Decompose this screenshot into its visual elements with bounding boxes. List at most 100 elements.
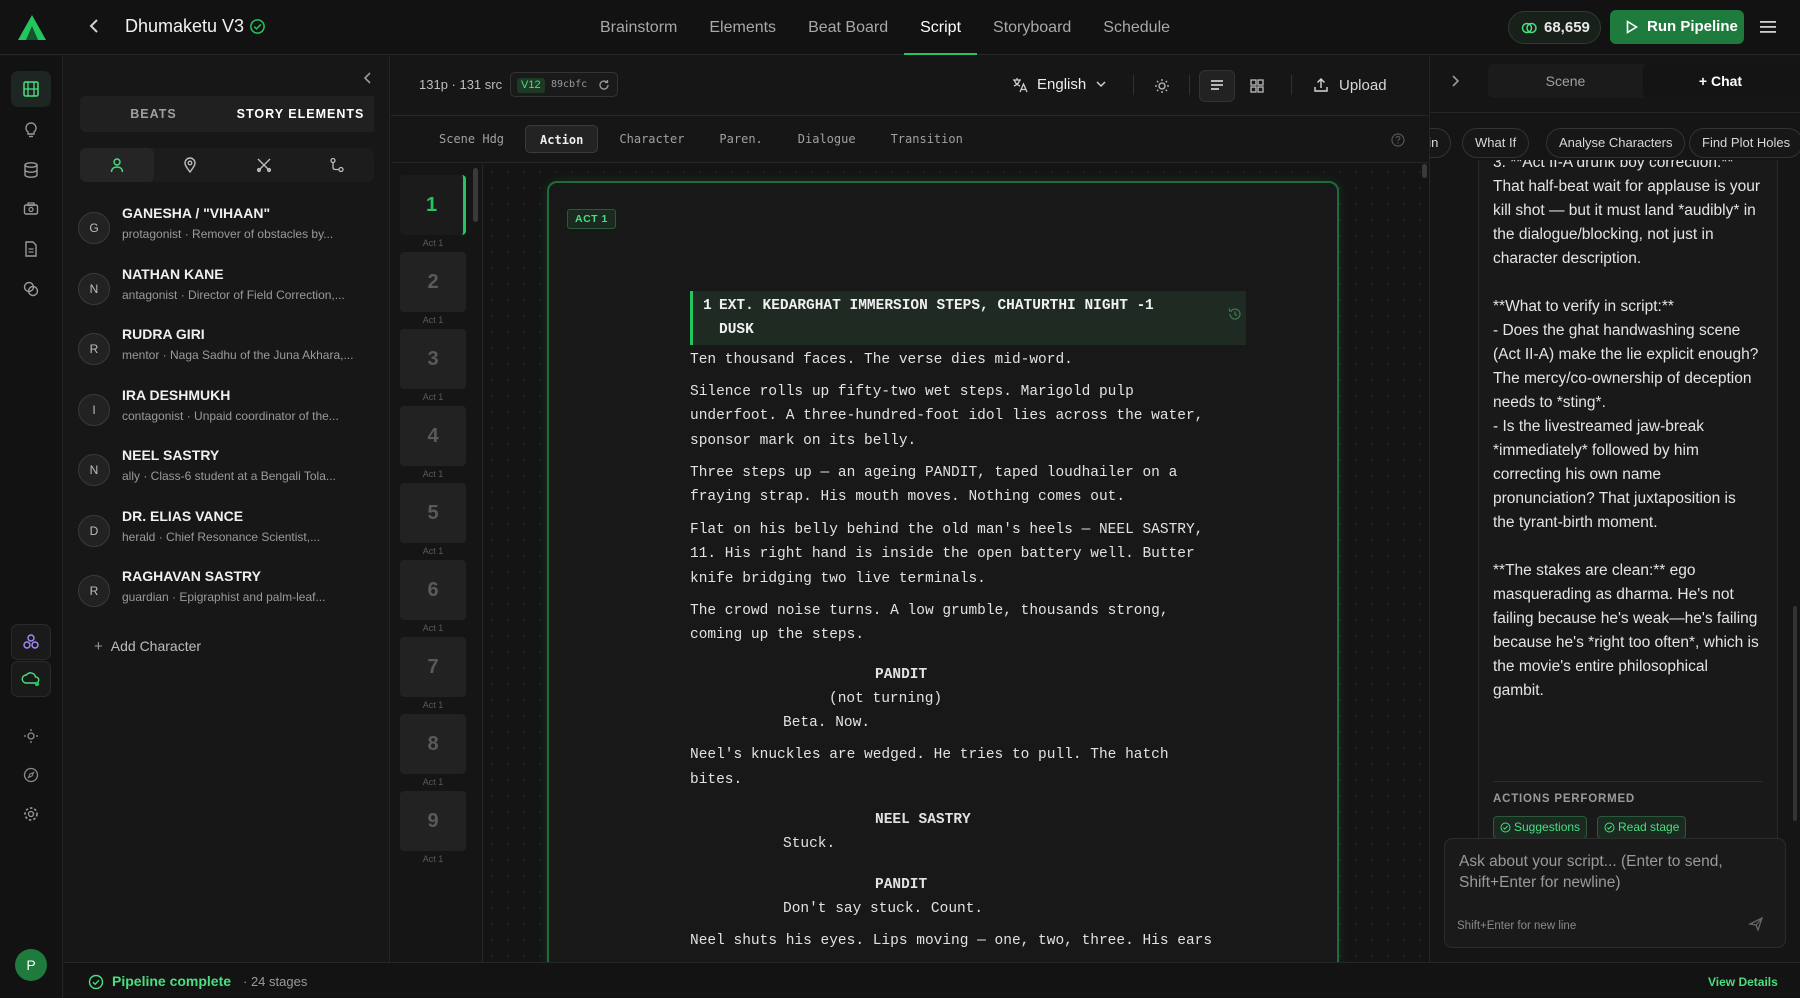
rail-palette-button[interactable] [11,271,51,307]
character-item[interactable]: I IRA DESHMUKH contagonist · Unpaid coor… [78,384,378,445]
tab-scene[interactable]: Scene [1488,64,1643,98]
credits-value: 68,659 [1544,19,1590,36]
tab-chat[interactable]: + Chat [1643,64,1798,98]
scene-card[interactable]: 8 [400,714,466,774]
action-line: 11. His right hand is inside the open ba… [690,546,1195,562]
element-character[interactable]: Character [605,125,698,153]
prompt-chip-find-plot-holes[interactable]: Find Plot Holes [1689,128,1800,158]
element-action[interactable]: Action [525,125,599,153]
tab-script[interactable]: Script [904,0,977,55]
filter-props[interactable] [227,148,301,182]
scene-card[interactable]: 2 [400,252,466,312]
rail-camera-button[interactable] [11,191,51,227]
character-item[interactable]: R RUDRA GIRI mentor · Naga Sadhu of the … [78,323,378,384]
rail-script-button[interactable] [11,71,51,107]
chat-input[interactable]: Ask about your script... (Enter to send,… [1444,838,1786,948]
rail-documents-button[interactable] [11,231,51,267]
language-select[interactable]: English [1011,74,1106,96]
rail-ideas-button[interactable] [11,112,51,148]
tab-storyboard[interactable]: Storyboard [977,0,1087,55]
character-name: NEEL SASTRY [122,447,220,463]
play-icon [1626,20,1638,34]
filter-locations[interactable] [154,148,228,182]
scene-card[interactable]: 1 [400,175,466,235]
run-pipeline-label: Run Pipeline [1647,18,1738,35]
scrollbar[interactable] [473,168,478,222]
action-chip-suggestions[interactable]: Suggestions [1493,816,1588,839]
chevron-left-icon[interactable] [360,70,376,86]
scene-card[interactable]: 9 [400,791,466,851]
scene-act-label: Act 1 [422,469,444,479]
page-view-button[interactable] [1199,70,1235,102]
rail-explore-button[interactable] [11,757,51,793]
rail-database-button[interactable] [11,152,51,188]
tab-elements[interactable]: Elements [693,0,792,55]
element-transition[interactable]: Transition [877,125,977,153]
chat-input-placeholder: Ask about your script... (Enter to send,… [1459,853,1723,891]
tab-brainstorm[interactable]: Brainstorm [584,0,693,55]
upload-button[interactable]: Upload [1313,76,1387,96]
character-item[interactable]: G GANESHA / "VIHAAN" protagonist · Remov… [78,202,378,263]
rail-settings-button[interactable] [11,796,51,832]
tab-story-elements[interactable]: STORY ELEMENTS [227,96,374,132]
app-logo[interactable] [16,12,48,44]
credits-badge[interactable]: 68,659 [1508,11,1601,44]
back-button[interactable] [88,16,108,38]
history-icon[interactable] [1228,307,1242,321]
avatar: D [78,514,110,547]
person-icon [110,158,123,173]
action-chip-read-stage[interactable]: Read stage [1597,816,1687,839]
element-parenthetical[interactable]: Paren. [705,125,776,153]
action-chip-label: Suggestions [1514,820,1581,834]
prompt-chip[interactable]: ain [1430,128,1452,158]
scene-heading[interactable]: 1 EXT. KEDARGHAT IMMERSION STEPS, CHATUR… [690,291,1246,345]
prompt-chip-what-if[interactable]: What If [1462,128,1530,158]
element-dialogue[interactable]: Dialogue [784,125,870,153]
rail-cloud-sync-button[interactable] [11,661,51,697]
scene-card[interactable]: 5 [400,483,466,543]
character-item[interactable]: N NEEL SASTRY ally · Class-6 student at … [78,444,378,505]
chevron-down-icon [1096,81,1106,88]
action-line: Neel shuts his eyes. Lips moving — one, … [690,933,1213,949]
character-name: NATHAN KANE [122,265,224,282]
scrollbar[interactable] [1422,164,1427,178]
grid-view-button[interactable] [1239,70,1275,102]
help-icon[interactable] [1391,133,1405,147]
run-pipeline-button[interactable]: Run Pipeline [1610,10,1744,44]
filter-arcs[interactable] [301,148,375,182]
scene-card[interactable]: 6 [400,560,466,620]
tab-beats[interactable]: BEATS [80,96,227,132]
hamburger-menu-icon[interactable] [1758,17,1778,37]
user-avatar[interactable]: P [15,949,47,981]
filter-characters[interactable] [80,148,154,182]
rail-theme-button[interactable] [11,718,51,754]
divider [1133,75,1134,95]
character-item[interactable]: N NATHAN KANE antagonist · Director of F… [78,263,378,324]
chevron-right-icon[interactable] [1450,74,1460,88]
scrollbar[interactable] [1793,606,1797,821]
prompt-chip-analyse-characters[interactable]: Analyse Characters [1546,128,1686,158]
character-description: contagonist · Unpaid coordinator of the.… [122,408,339,423]
add-character-button[interactable]: + Add Character [94,638,201,655]
send-button[interactable] [1741,909,1771,939]
tab-schedule[interactable]: Schedule [1087,0,1186,55]
rail-integrations-button[interactable] [11,624,51,660]
scene-card[interactable]: 4 [400,406,466,466]
version-badge[interactable]: V12 89cbfc [510,72,618,97]
tab-beat-board[interactable]: Beat Board [792,0,904,55]
script-page[interactable]: ACT 1 1 EXT. KEDARGHAT IMMERSION STEPS, … [547,181,1339,962]
scene-card[interactable]: 7 [400,637,466,697]
film-icon [23,81,39,97]
element-scene-heading[interactable]: Scene Hdg [425,125,518,153]
avatar: R [78,575,110,607]
theme-toggle-button[interactable] [1144,70,1180,102]
view-details-link[interactable]: View Details [1708,975,1778,989]
quick-prompts: ain What If Analyse Characters Find Plot… [1430,128,1800,158]
character-cue: PANDIT [875,667,928,683]
element-type-bar: Scene Hdg Action Character Paren. Dialog… [391,117,1428,163]
character-item[interactable]: R RAGHAVAN SASTRY guardian · Epigraphist… [78,565,378,626]
character-item[interactable]: D DR. ELIAS VANCE herald · Chief Resonan… [78,505,378,566]
refresh-icon[interactable] [598,79,610,91]
assistant-message: 3. **Act II-A drunk boy correction:** Th… [1478,160,1778,850]
scene-card[interactable]: 3 [400,329,466,389]
